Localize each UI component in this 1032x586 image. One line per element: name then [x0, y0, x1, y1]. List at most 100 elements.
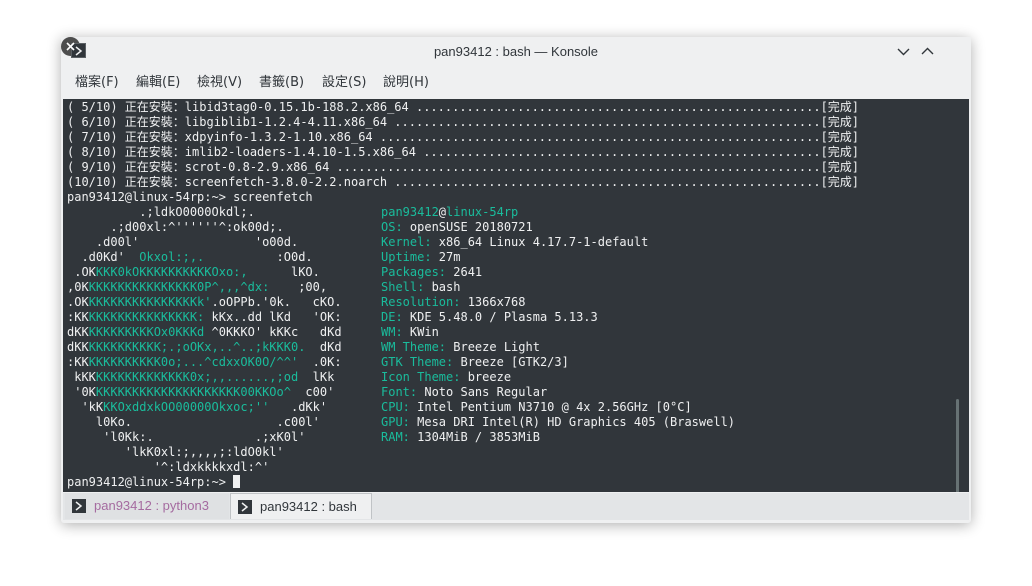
logo-segment: 'lkK0xl:;,,,,;:ldO0kl' — [67, 445, 284, 459]
logo-segment-accent: KKKKKKKKKKKKKKK0P^,,,^dx: — [88, 280, 270, 294]
logo-segment: '^:ldxkkkkxdl:^' — [67, 460, 270, 474]
prompt-line: pan93412@linux-54rp:~> — [67, 475, 241, 490]
sysinfo-row: Font: Noto Sans Regular — [381, 385, 547, 400]
sysinfo-value: Mesa DRI Intel(R) HD Graphics 405 (Brasw… — [409, 415, 736, 429]
logo-line: .OKKKK0kOKKKKKKKKKKOxo:, lKO. — [67, 265, 320, 280]
logo-segment-accent: KKKKKKKKKKKKKKKKKKKK00KKOo^ — [95, 385, 291, 399]
tab-python3[interactable]: pan93412 : python3 — [65, 493, 229, 519]
sysinfo-key: GPU: — [381, 415, 410, 429]
terminal-output[interactable]: ( 5/10) 正在安裝：libid3tag0-0.15.1b-188.2.x8… — [63, 99, 969, 492]
logo-line: .;ldkO0000Okdl;. — [67, 205, 255, 220]
konsole-window: pan93412 : bash — Konsole 檔案(F) 編輯(E) 檢視… — [61, 37, 971, 523]
sysinfo-row: GTK Theme: Breeze [GTK2/3] — [381, 355, 569, 370]
sysinfo-row: GPU: Mesa DRI Intel(R) HD Graphics 405 (… — [381, 415, 735, 430]
logo-segment-accent: KKK0kOKKKKKKKKKKOxo:, — [95, 265, 248, 279]
logo-segment-accent: KKKKKKKKKK0o;...^cdxxOK0O/^^' — [88, 355, 299, 369]
logo-segment: .OK — [67, 295, 89, 309]
tab-label: pan93412 : python3 — [94, 498, 209, 513]
logo-segment: .c00l' — [132, 415, 320, 429]
logo-segment: .oOPPb.'0k. cKO. — [211, 295, 342, 309]
sysinfo-row: Kernel: x86_64 Linux 4.17.7-1-default — [381, 235, 648, 250]
menu-bookmarks[interactable]: 書籤(B) — [259, 70, 304, 96]
sysinfo-key: Shell: — [381, 280, 425, 294]
title-bar[interactable]: pan93412 : bash — Konsole — [61, 37, 971, 66]
menu-settings[interactable]: 設定(S) — [322, 70, 366, 96]
logo-segment: .OK — [67, 265, 96, 279]
logo-segment: 'kK — [67, 400, 104, 414]
logo-line: :KKKKKKKKKKKK0o;...^cdxxOK0O/^^' .0K: — [67, 355, 342, 370]
logo-segment-accent: KKOxddxkOO00000Okxoc;'' — [103, 400, 270, 414]
logo-line: 'kKKKOxddxkOO00000Okxoc;'' .dKk' — [67, 400, 327, 415]
chevron-down-icon — [897, 48, 910, 56]
tab-label: pan93412 : bash — [260, 499, 357, 514]
sysinfo-value: 1366x768 — [460, 295, 526, 309]
menu-edit[interactable]: 編輯(E) — [136, 70, 180, 96]
logo-line: 'l0Kk:. .;xK0l' — [67, 430, 305, 445]
terminal-icon — [238, 500, 252, 514]
logo-line: .;d00xl:^''''''^:ok00d;. — [67, 220, 283, 235]
tab-bar: pan93412 : python3 pan93412 : bash — [63, 493, 969, 520]
sysinfo-key: Kernel: — [381, 235, 432, 249]
logo-segment-accent: KKKKKKKKKKKKKKK: — [88, 310, 205, 324]
logo-segment-accent: Okxol:;,. — [139, 250, 205, 264]
maximize-button[interactable] — [919, 43, 936, 60]
sysinfo-key: Icon Theme: — [381, 370, 461, 384]
sysinfo-value: KWin — [402, 325, 439, 339]
window-title: pan93412 : bash — Konsole — [433, 44, 599, 59]
logo-line: '0KKKKKKKKKKKKKKKKKKKKK00KKOo^ c00' — [67, 385, 334, 400]
sysinfo-row: CPU: Intel Pentium N3710 @ 4x 2.56GHz [0… — [381, 400, 692, 415]
sysinfo-row: WM: KWin — [381, 325, 439, 340]
logo-segment: :O0d. — [204, 250, 313, 264]
sysinfo-row: RAM: 1304MiB / 3853MiB — [381, 430, 540, 445]
sysinfo-value: 27m — [431, 250, 461, 264]
logo-segment-accent: KKKKKKKKKKKKKKKk' — [88, 295, 212, 309]
minimize-button[interactable] — [895, 43, 912, 60]
sysinfo-value: Noto Sans Regular — [417, 385, 548, 399]
logo-segment: :KK — [67, 355, 89, 369]
sysinfo-host: linux-54rp — [446, 205, 519, 219]
logo-segment: .d0Kd' — [67, 250, 140, 264]
sysinfo-at: @ — [438, 205, 447, 219]
logo-segment: 'l0Kk:. .;xK0l' — [67, 430, 306, 444]
logo-line: l0Ko. .c00l' — [67, 415, 320, 430]
logo-segment: dKK — [67, 340, 89, 354]
logo-segment-accent: KKKKKKKKKOx0KKKd — [88, 325, 205, 339]
command-line: pan93412@linux-54rp:~> screenfetch — [67, 190, 313, 204]
install-line: ( 5/10) 正在安裝：libid3tag0-0.15.1b-188.2.x8… — [67, 100, 860, 114]
menu-file[interactable]: 檔案(F) — [75, 70, 119, 96]
sysinfo-key: DE: — [381, 310, 403, 324]
terminal-icon — [72, 499, 86, 513]
menu-help[interactable]: 說明(H) — [383, 70, 429, 96]
logo-line: .d00l' 'o00d. — [67, 235, 298, 250]
close-button[interactable] — [61, 37, 80, 56]
terminal-scrollbar[interactable] — [956, 399, 959, 492]
menu-view[interactable]: 檢視(V) — [197, 70, 242, 96]
prompt: pan93412@linux-54rp:~> — [67, 475, 234, 489]
logo-segment: c00' — [290, 385, 335, 399]
logo-segment: :KK — [67, 310, 89, 324]
logo-segment: ,0K — [67, 280, 89, 294]
logo-line: ,0KKKKKKKKKKKKKKKK0P^,,,^dx: ;00, — [67, 280, 327, 295]
sysinfo-row: Packages: 2641 — [381, 265, 482, 280]
sysinfo-row: WM Theme: Breeze Light — [381, 340, 540, 355]
chevron-up-icon — [921, 47, 934, 55]
install-line: (10/10) 正在安裝：screenfetch-3.8.0-2.2.noarc… — [67, 175, 860, 189]
logo-segment: dKd — [305, 340, 342, 354]
logo-segment: lKk — [298, 370, 335, 384]
logo-segment: kKK — [67, 370, 96, 384]
logo-segment: .0K: — [298, 355, 342, 369]
menu-bar: 檔案(F) 編輯(E) 檢視(V) 書籤(B) 設定(S) 說明(H) — [61, 70, 971, 96]
logo-segment: ^0KKKO' kKKc dKd — [204, 325, 342, 339]
sysinfo-value: openSUSE 20180721 — [402, 220, 533, 234]
tab-bash[interactable]: pan93412 : bash — [230, 493, 372, 519]
install-line: ( 9/10) 正在安裝：scrot-0.8-2.9.x86_64 ......… — [67, 160, 860, 174]
sysinfo-value: 2641 — [446, 265, 483, 279]
logo-segment-accent: KKKKKKKKKK;.;oOKx,..^..;kKKK0. — [88, 340, 306, 354]
install-line: ( 7/10) 正在安裝：xdpyinfo-1.3.2-1.10.x86_64 … — [67, 130, 860, 144]
sysinfo-key: GTK Theme: — [381, 355, 454, 369]
sysinfo-row: Uptime: 27m — [381, 250, 460, 265]
sysinfo-value: bash — [424, 280, 461, 294]
logo-segment: l0Ko. — [67, 415, 133, 429]
sysinfo-header: pan93412@linux-54rp — [381, 205, 518, 220]
sysinfo-key: Resolution: — [381, 295, 461, 309]
